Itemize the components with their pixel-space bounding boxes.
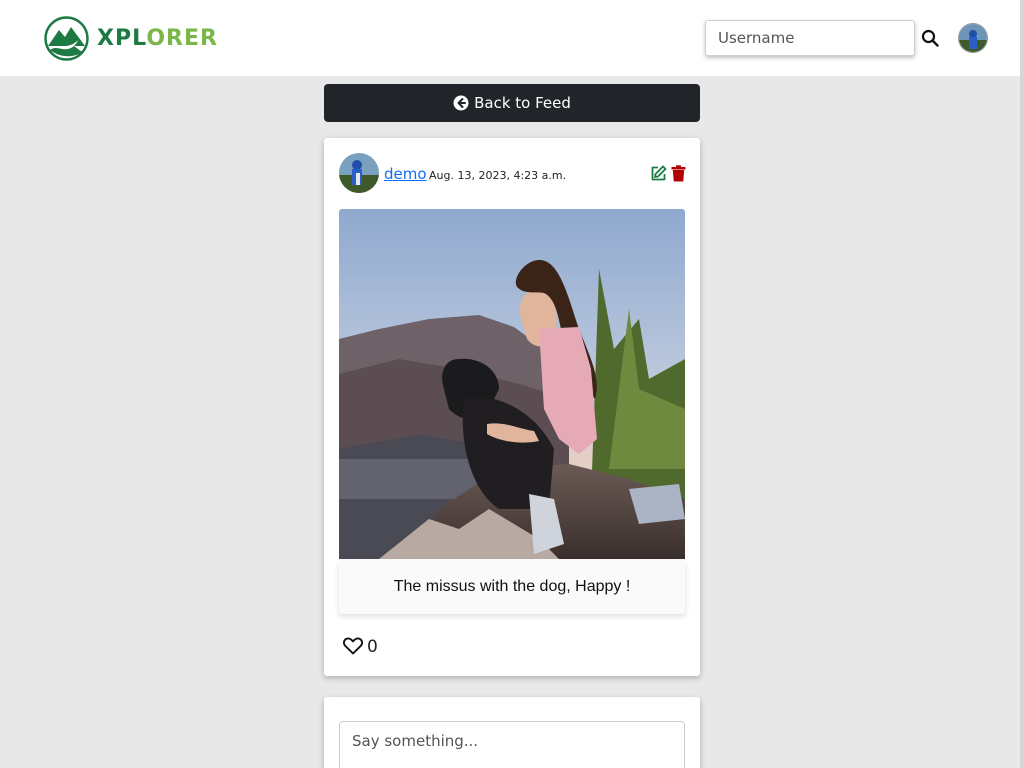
- mountain-logo-icon: [44, 16, 89, 61]
- edit-icon: [651, 165, 666, 181]
- scrollbar[interactable]: [1020, 0, 1024, 768]
- navbar: XPLORER: [0, 0, 1024, 76]
- user-avatar-icon: [959, 24, 987, 52]
- delete-post-button[interactable]: [670, 165, 686, 183]
- caption-box: The missus with the dog, Happy !: [339, 559, 685, 614]
- brand-logo[interactable]: XPLORER: [44, 16, 218, 61]
- post-photo: [339, 209, 685, 559]
- arrow-circle-left-icon: [453, 95, 469, 111]
- user-avatar-icon: [339, 153, 379, 193]
- heart-outline-icon: [343, 637, 363, 655]
- author-avatar[interactable]: [339, 153, 379, 193]
- search-icon: [921, 29, 939, 47]
- like-count: 0: [367, 637, 378, 657]
- trash-icon: [671, 165, 685, 182]
- author-link[interactable]: demo: [384, 165, 427, 183]
- post-card: demo Aug. 13, 2023, 4:23 a.m. The missus…: [324, 138, 700, 676]
- comment-card: [324, 697, 700, 768]
- post-date: Aug. 13, 2023, 4:23 a.m.: [429, 169, 567, 182]
- post-image[interactable]: [339, 209, 685, 559]
- back-to-feed-button[interactable]: Back to Feed: [324, 84, 700, 122]
- edit-post-button[interactable]: [649, 165, 667, 183]
- comment-textarea[interactable]: [339, 721, 685, 768]
- search-button[interactable]: [920, 29, 940, 49]
- profile-avatar[interactable]: [958, 23, 988, 53]
- brand-name: XPLORER: [97, 26, 218, 51]
- back-to-feed-label: Back to Feed: [474, 94, 571, 112]
- username-search-input[interactable]: [705, 20, 915, 56]
- like-button[interactable]: [342, 637, 364, 657]
- post-caption: The missus with the dog, Happy !: [393, 577, 631, 595]
